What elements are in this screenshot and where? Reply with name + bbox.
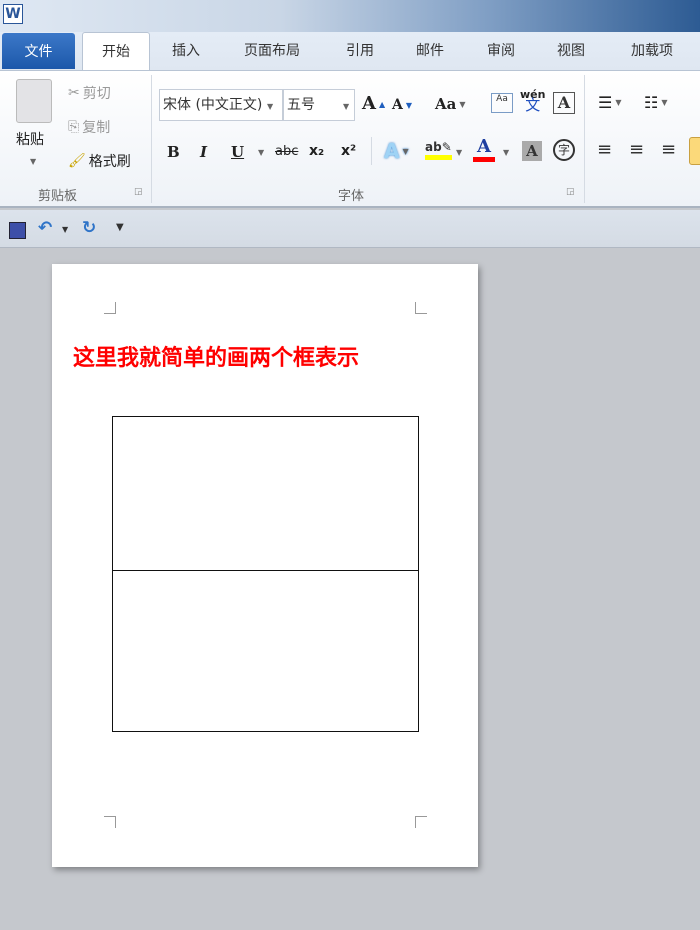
- align-left-icon[interactable]: ≡: [597, 139, 612, 160]
- quick-access-toolbar: ↶ ▼ ↻ ▼: [0, 210, 700, 248]
- tab-page-layout[interactable]: 页面布局: [230, 32, 314, 70]
- align-right-icon[interactable]: ≡: [661, 139, 676, 160]
- dialog-launcher-icon[interactable]: ◲: [134, 187, 143, 197]
- chevron-down-icon[interactable]: ▼: [267, 102, 273, 111]
- rectangle-shape-top[interactable]: [112, 416, 419, 571]
- title-bar: W: [0, 0, 700, 32]
- enclose-character-button[interactable]: 字: [553, 139, 575, 161]
- font-color-dropdown-icon[interactable]: ▼: [503, 148, 509, 157]
- scissors-icon: ✂: [68, 85, 80, 101]
- divider: [584, 75, 585, 203]
- document-heading: 这里我就简单的画两个框表示: [73, 346, 360, 371]
- undo-icon[interactable]: ↶: [38, 218, 52, 238]
- margin-corner: [415, 302, 427, 314]
- justify-button-active[interactable]: [689, 137, 700, 165]
- paste-dropdown-icon[interactable]: ▼: [30, 157, 36, 166]
- copy-label: 复制: [82, 120, 111, 136]
- tab-home[interactable]: 开始: [82, 32, 150, 71]
- brush-icon: 🖌: [68, 153, 86, 169]
- margin-corner: [104, 816, 116, 828]
- chevron-down-icon[interactable]: ▼: [343, 102, 349, 111]
- paste-button[interactable]: 粘贴: [16, 129, 44, 149]
- document-page[interactable]: 这里我就简单的画两个框表示: [52, 264, 478, 867]
- shrink-font-icon[interactable]: A ▼: [392, 97, 412, 113]
- copy-button[interactable]: ⎘ 复制: [68, 117, 110, 137]
- tab-review[interactable]: 审阅: [476, 32, 526, 70]
- clipboard-group-label: 剪贴板: [38, 189, 78, 204]
- bullets-icon[interactable]: ☰ ▼: [598, 93, 622, 112]
- undo-dropdown-icon[interactable]: ▼: [62, 225, 68, 234]
- clear-format-icon[interactable]: Aa: [491, 93, 513, 113]
- ribbon-tabs: 文件 开始 插入 页面布局 引用 邮件 审阅 视图 加载项: [0, 32, 700, 71]
- font-name-combo[interactable]: 宋体 (中文正文) ▼: [159, 89, 283, 121]
- grow-font-icon[interactable]: A ▲: [362, 93, 385, 114]
- ribbon: 粘贴 ▼ ✂ 剪切 ⎘ 复制 🖌 格式刷 剪贴板 ◲ 宋体 (中文正文) ▼ 五号 ▼ A…: [0, 70, 700, 208]
- format-painter-button[interactable]: 🖌 格式刷: [68, 151, 131, 171]
- font-color-button[interactable]: A: [473, 137, 495, 162]
- paste-label: 粘贴: [16, 132, 44, 148]
- cut-button[interactable]: ✂ 剪切: [68, 83, 111, 103]
- customize-toolbar-icon[interactable]: ▼: [116, 222, 124, 233]
- character-shading-icon[interactable]: A: [522, 141, 542, 161]
- paste-icon[interactable]: [16, 79, 52, 123]
- highlight-dropdown-icon[interactable]: ▼: [456, 148, 462, 157]
- underline-button[interactable]: U: [231, 143, 244, 161]
- subscript-button[interactable]: x₂: [309, 143, 324, 159]
- font-size-combo[interactable]: 五号 ▼: [283, 89, 355, 121]
- divider: [151, 75, 152, 203]
- tab-view[interactable]: 视图: [546, 32, 596, 70]
- tab-insert[interactable]: 插入: [160, 32, 212, 70]
- rectangle-shape-bottom[interactable]: [112, 570, 419, 732]
- superscript-button[interactable]: x²: [341, 143, 356, 159]
- font-group-label: 字体: [338, 189, 365, 204]
- margin-corner: [415, 816, 427, 828]
- cut-label: 剪切: [82, 86, 111, 102]
- tab-addins[interactable]: 加载项: [616, 32, 688, 70]
- tab-references[interactable]: 引用: [335, 32, 385, 70]
- dialog-launcher-icon[interactable]: ◲: [566, 187, 575, 197]
- text-effects-button[interactable]: A ▼: [384, 139, 409, 163]
- word-logo-icon[interactable]: W: [3, 4, 23, 24]
- align-center-icon[interactable]: ≡: [629, 139, 644, 160]
- numbering-icon[interactable]: ☷ ▼: [644, 93, 668, 112]
- bold-button[interactable]: B: [167, 143, 180, 161]
- highlight-color-button[interactable]: ab✎: [425, 139, 452, 160]
- phonetic-guide-button[interactable]: wén 文: [520, 89, 545, 113]
- tab-file[interactable]: 文件: [2, 33, 75, 69]
- divider: [371, 137, 372, 165]
- change-case-button[interactable]: Aa ▼: [435, 95, 466, 113]
- copy-icon: ⎘: [68, 119, 80, 135]
- italic-button[interactable]: I: [200, 143, 207, 161]
- character-border-button[interactable]: A: [553, 92, 575, 114]
- tab-mailings[interactable]: 邮件: [405, 32, 455, 70]
- underline-dropdown-icon[interactable]: ▼: [258, 148, 264, 157]
- strikethrough-button[interactable]: abc: [275, 144, 298, 159]
- margin-corner: [104, 302, 116, 314]
- save-icon[interactable]: [9, 222, 26, 239]
- redo-icon[interactable]: ↻: [82, 218, 96, 238]
- format-painter-label: 格式刷: [88, 154, 131, 170]
